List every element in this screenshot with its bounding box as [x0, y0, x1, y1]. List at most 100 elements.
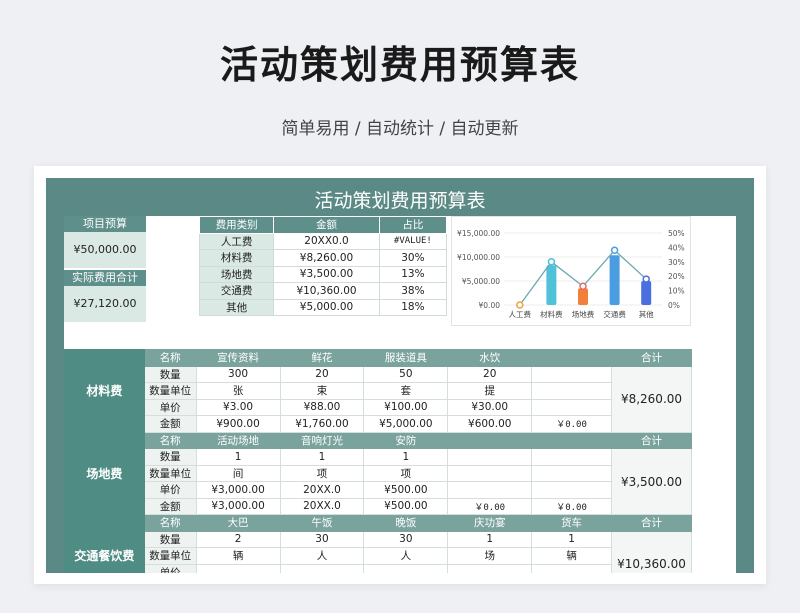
table-row: 交通费 ¥10,360.00 38% [198, 282, 448, 300]
item-cell[interactable] [447, 448, 533, 466]
item-cell[interactable]: 20XX.0 [279, 481, 365, 499]
item-cell[interactable]: 30 [363, 530, 449, 548]
item-cell[interactable]: 1 [447, 530, 533, 548]
item-cell[interactable]: 提 [447, 382, 533, 400]
row-label: 名称 [143, 514, 197, 532]
item-cell[interactable] [447, 563, 533, 573]
item-cell[interactable]: 间 [195, 464, 281, 482]
category-name[interactable]: 交通费 [198, 282, 275, 300]
item-cell[interactable]: ￥0.00 [447, 497, 533, 515]
item-name: 水饮 [447, 349, 533, 367]
table-row: 单价 [65, 563, 692, 573]
item-cell[interactable]: 1 [531, 530, 612, 548]
category-amount[interactable]: ¥5,000.00 [273, 298, 380, 316]
item-name: 晚饭 [363, 514, 449, 532]
item-cell[interactable]: ¥1,760.00 [279, 415, 365, 433]
actual-value[interactable]: ¥27,120.00 [64, 286, 146, 322]
bar [578, 288, 588, 305]
item-cell[interactable]: ¥5,000.00 [363, 415, 449, 433]
item-name [447, 431, 533, 449]
item-cell[interactable]: 辆 [531, 547, 612, 565]
item-cell[interactable] [447, 481, 533, 499]
item-cell[interactable] [279, 563, 365, 573]
item-cell[interactable]: 项 [279, 464, 365, 482]
item-cell[interactable]: ¥3,000.00 [195, 497, 281, 515]
section-name: 交通餐饮费 [64, 514, 145, 573]
item-name: 宣传资料 [195, 349, 281, 367]
y2-tick-label: 10% [668, 287, 685, 296]
item-cell[interactable]: 束 [279, 382, 365, 400]
item-cell[interactable]: 项 [363, 464, 449, 482]
category-ratio[interactable]: 30% [378, 249, 448, 267]
category-ratio[interactable]: 18% [378, 298, 448, 316]
item-cell[interactable]: 50 [363, 365, 449, 383]
item-cell[interactable]: 30 [279, 530, 365, 548]
item-cell[interactable]: 1 [363, 448, 449, 466]
item-cell[interactable] [531, 365, 612, 383]
item-cell[interactable]: 1 [195, 448, 281, 466]
item-cell[interactable]: ¥500.00 [363, 497, 449, 515]
table-row: 材料费 名称 宣传资料 鲜花 服装道具 水饮 合计 [64, 349, 693, 433]
item-cell[interactable]: 人 [279, 547, 365, 565]
ratio-point [642, 275, 650, 283]
item-cell[interactable]: 人 [363, 547, 449, 565]
item-cell[interactable] [531, 382, 612, 400]
row-label: 名称 [143, 431, 197, 449]
item-cell[interactable]: 20XX.0 [279, 497, 365, 515]
item-cell[interactable]: 场 [447, 547, 533, 565]
item-name [531, 431, 612, 449]
item-cell[interactable]: ¥600.00 [447, 415, 533, 433]
category-amount[interactable]: ¥8,260.00 [273, 249, 380, 267]
category-ratio[interactable]: #VALUE! [378, 232, 448, 250]
item-cell[interactable] [363, 563, 449, 573]
actual-label: 实际费用合计 [64, 270, 146, 286]
budget-value[interactable]: ¥50,000.00 [64, 232, 146, 268]
item-cell[interactable]: ￥0.00 [531, 497, 612, 515]
item-cell[interactable]: 20 [279, 365, 365, 383]
table-row: 金额 ¥900.00 ¥1,760.00 ¥5,000.00 ¥600.00 ￥0.00 [65, 415, 692, 433]
item-name: 午饭 [279, 514, 365, 532]
category-ratio[interactable]: 38% [378, 282, 448, 300]
y-tick-label: ¥5,000.00 [462, 277, 500, 286]
category-amount[interactable]: ¥3,500.00 [273, 265, 380, 283]
item-cell[interactable]: ¥500.00 [363, 481, 449, 499]
expense-chart[interactable]: ¥15,000.00 ¥10,000.00 ¥5,000.00 ¥0.00 50% 40%… [451, 216, 691, 326]
category-name[interactable]: 人工费 [198, 232, 275, 250]
item-cell[interactable] [531, 563, 612, 573]
item-cell[interactable] [531, 448, 612, 466]
item-cell[interactable]: 套 [363, 382, 449, 400]
item-cell[interactable]: 20 [447, 365, 533, 383]
item-cell[interactable]: ¥100.00 [363, 398, 449, 416]
y2-tick-label: 40% [668, 243, 685, 252]
item-cell[interactable]: 张 [195, 382, 281, 400]
category-name[interactable]: 其他 [198, 298, 275, 316]
item-cell[interactable]: ¥88.00 [279, 398, 365, 416]
section-total[interactable]: ¥8,260.00 [610, 365, 693, 433]
item-cell[interactable] [531, 481, 612, 499]
item-cell[interactable] [531, 464, 612, 482]
y2-tick-label: 30% [668, 258, 685, 267]
y2-tick-label: 50% [668, 229, 685, 238]
section-total[interactable]: ¥10,360.00 [610, 530, 693, 573]
category-name[interactable]: 场地费 [198, 265, 275, 283]
section-total[interactable]: ¥3,500.00 [610, 448, 693, 515]
item-cell[interactable] [531, 398, 612, 416]
item-cell[interactable]: ¥3,000.00 [195, 481, 281, 499]
bar [641, 281, 652, 305]
item-cell[interactable]: 1 [279, 448, 365, 466]
table-row: 数量 2 30 30 1 1 ¥10,360.00 [65, 530, 693, 573]
item-cell[interactable]: 辆 [195, 547, 281, 565]
item-cell[interactable]: 300 [195, 365, 281, 383]
item-cell[interactable]: ¥3.00 [195, 398, 281, 416]
category-name[interactable]: 材料费 [198, 249, 275, 267]
item-cell[interactable]: ¥30.00 [447, 398, 533, 416]
item-cell[interactable] [195, 563, 281, 573]
item-cell[interactable] [447, 464, 533, 482]
category-amount[interactable]: ¥10,360.00 [273, 282, 380, 300]
category-amount[interactable]: 20XX0.0 [273, 232, 380, 250]
item-cell[interactable]: ￥0.00 [531, 415, 612, 433]
spreadsheet: 活动策划费用预算表 项目预算 ¥50,000.00 实际费用合计 ¥27,120… [46, 178, 754, 573]
item-cell[interactable]: 2 [195, 530, 281, 548]
category-ratio[interactable]: 13% [378, 265, 448, 283]
item-cell[interactable]: ¥900.00 [195, 415, 281, 433]
